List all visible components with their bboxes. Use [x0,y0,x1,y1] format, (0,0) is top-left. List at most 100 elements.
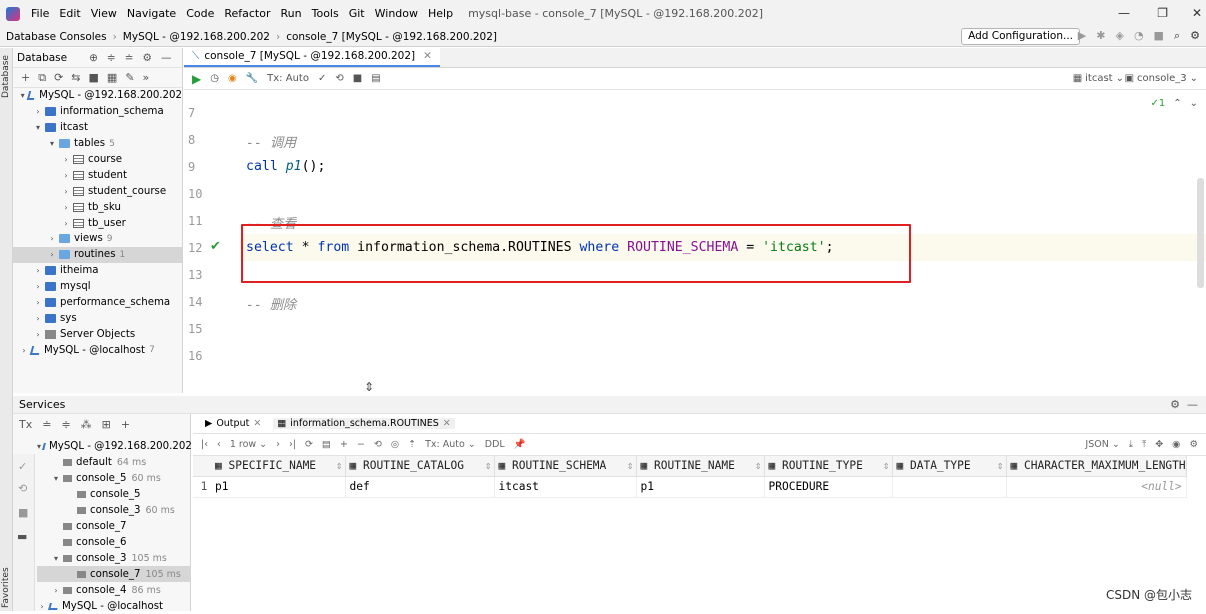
more-icon[interactable]: » [143,71,150,84]
service-item[interactable]: console_7 [37,518,191,534]
close-tab-icon[interactable]: ✕ [253,418,261,429]
menu-refactor[interactable]: Refactor [219,7,275,20]
chevron-right-icon[interactable]: › [33,107,43,116]
tree-item[interactable]: › tb_user [13,215,182,231]
chevron-right-icon[interactable]: › [51,586,61,595]
gear-icon[interactable]: ⚙ [1189,439,1198,450]
edit-icon[interactable]: ✎ [125,71,134,84]
tree-item[interactable]: ▾ itcast [13,120,182,136]
breadcrumb-database-consoles[interactable]: Database Consoles [0,31,113,43]
chevron-right-icon[interactable]: › [61,155,71,164]
pause-icon[interactable]: ▤ [322,439,331,450]
close-icon[interactable]: ✕ [1192,6,1202,20]
column-header[interactable]: ▦ CHARACTER_MAXIMUM_LENGTH [1006,456,1187,477]
table-cell[interactable]: def [345,476,495,498]
gear-icon[interactable]: ⚙ [143,52,152,64]
submit-icon[interactable]: ⇡ [408,439,416,450]
rollback-icon[interactable]: ⟲ [335,73,343,84]
service-item[interactable]: › console_4 86 ms [37,582,191,598]
tree-item[interactable]: › course [13,152,182,168]
chevron-down-icon[interactable]: ▾ [51,474,61,483]
history-icon[interactable]: ◷ [210,73,219,84]
service-item[interactable]: default 64 ms [37,454,191,470]
tree-item[interactable]: › MySQL - @localhost 7 [13,342,182,358]
chevron-right-icon[interactable]: › [61,203,71,212]
menu-navigate[interactable]: Navigate [122,7,181,20]
column-header[interactable]: ▦ DATA_TYPE ⇕ [892,456,1007,477]
first-page-icon[interactable]: |‹ [201,439,208,450]
search-icon[interactable]: ⌕ [1174,29,1180,43]
revert-icon[interactable]: ⟲ [374,439,382,450]
remove-row-icon[interactable]: − [357,439,365,450]
chevron-down-icon[interactable]: ▾ [47,139,57,148]
chevron-right-icon[interactable]: › [33,330,43,339]
chevron-right-icon[interactable]: › [61,171,71,180]
tx-mode-select[interactable]: Tx: Auto ⌄ [425,439,476,450]
column-header[interactable]: ▦ ROUTINE_SCHEMA ⇕ [494,456,637,477]
layout-icon[interactable]: ▬ [17,530,27,543]
prev-page-icon[interactable]: ‹ [217,439,221,450]
service-item[interactable]: console_7 105 ms [37,566,191,582]
collapse-all-icon[interactable]: ≑ [61,418,70,431]
tx-mode-select[interactable]: Tx: Auto [267,73,309,84]
tree-item[interactable]: › sys [13,310,182,326]
tab-routines-result[interactable]: ▦ information_schema.ROUTINES ✕ [273,418,455,429]
table-cell[interactable]: <null> [1006,476,1187,498]
reload-icon[interactable]: ⟳ [305,439,313,450]
breadcrumb-console[interactable]: console_7 [MySQL - @192.168.200.202] [280,31,503,43]
debug-icon[interactable]: ✱ [1096,29,1105,43]
service-item[interactable]: console_3 60 ms [37,502,191,518]
group-icon[interactable]: ⁂ [81,418,92,431]
profile-icon[interactable]: ◔ [1134,29,1144,43]
menu-view[interactable]: View [86,7,122,20]
refresh-icon[interactable]: ⟳ [54,71,63,84]
check-icon[interactable]: ✓ [18,460,27,473]
stop-icon[interactable]: ■ [89,71,99,84]
execute-icon[interactable]: ▶ [192,72,201,86]
table-view-icon[interactable]: ▦ [107,71,117,84]
column-header[interactable]: ▦ ROUTINE_CATALOG ⇕ [345,456,495,477]
table-cell[interactable]: p1 [636,476,765,498]
coverage-icon[interactable]: ◈ [1115,29,1123,43]
tab-console-7[interactable]: ⟍ console_7 [MySQL - @192.168.200.202] ✕ [184,47,440,67]
chevron-right-icon[interactable]: › [33,266,43,275]
chevron-right-icon[interactable]: › [37,602,47,611]
chevron-down-icon[interactable]: ▾ [51,554,61,563]
pin-icon[interactable]: 📌 [514,439,526,450]
chevron-right-icon[interactable]: › [33,298,43,307]
inspection-widget[interactable]: ✓1 ⌃ ⌄ [1150,98,1198,109]
run-icon[interactable]: ▶ [1078,29,1086,43]
hide-icon[interactable]: — [161,52,172,64]
ddl-button[interactable]: DDL [485,439,505,450]
chevron-right-icon[interactable]: › [61,187,71,196]
tree-item[interactable]: › mysql [13,279,182,295]
menu-file[interactable]: File [26,7,54,20]
service-item[interactable]: console_5 [37,486,191,502]
session-selector[interactable]: ▣ console_3 ⌄ [1125,73,1198,84]
favorites-strip-label[interactable]: Favorites [1,567,11,608]
menu-tools[interactable]: Tools [307,7,344,20]
copy-icon[interactable]: ⧉ [38,71,46,85]
settings-icon[interactable]: ⚙ [1190,29,1200,43]
wrench-icon[interactable]: 🔧 [246,73,258,84]
chevron-down-icon[interactable]: ▾ [33,123,43,132]
tree-item[interactable]: › Server Objects [13,326,182,342]
rerun-icon[interactable]: ⟲ [18,482,27,495]
row-count-select[interactable]: 1 row ⌄ [230,439,267,450]
table-cell[interactable]: PROCEDURE [764,476,893,498]
service-item[interactable]: ▾ MySQL - @192.168.200.202 [37,438,192,454]
tx-icon[interactable]: Tx [19,418,32,431]
service-item[interactable]: ▾ console_3 105 ms [37,550,191,566]
tab-output[interactable]: ▶ Output ✕ [201,418,265,429]
cancel-icon[interactable]: ■ [353,73,362,84]
service-item[interactable]: › MySQL - @localhost [37,598,191,614]
expand-all-icon[interactable]: ≐ [125,52,134,64]
filter-icon[interactable]: ⊞ [102,418,111,431]
tree-item[interactable]: › routines 1 [13,246,182,263]
chevron-right-icon[interactable]: › [61,219,71,228]
service-item[interactable]: ▾ console_5 60 ms [37,470,191,486]
stop-icon[interactable]: ■ [18,506,28,519]
chevron-down-icon[interactable]: ▾ [19,91,26,100]
format-select[interactable]: JSON ⌄ [1085,439,1119,450]
service-item[interactable]: console_6 [37,534,191,550]
